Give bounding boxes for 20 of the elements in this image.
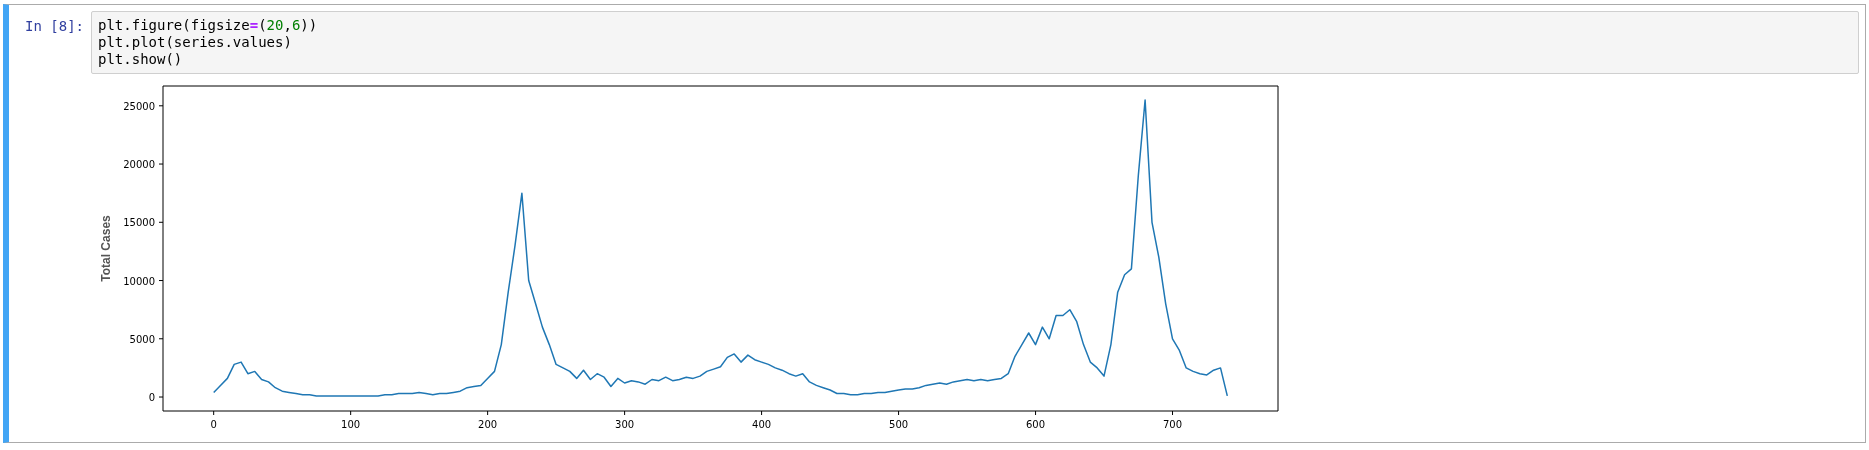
y-tick-label: 0	[148, 392, 155, 403]
x-tick-label: 700	[1163, 419, 1183, 430]
code-line: plt.figure(figsize=(20,6))	[98, 17, 319, 34]
y-tick-label: 15000	[123, 217, 155, 229]
input-prompt: In [8]:	[24, 17, 85, 34]
code-editor[interactable]: plt.figure(figsize=(20,6)) plt.plot(series.values) plt.show()	[91, 11, 1859, 74]
y-tick-label: 5000	[129, 333, 155, 345]
y-tick-label: 10000	[123, 275, 155, 287]
x-tick-label: 100	[341, 419, 361, 430]
y-tick-label: 20000	[123, 159, 155, 171]
x-tick-label: 500	[889, 419, 909, 430]
x-tick-label: 400	[752, 419, 772, 430]
x-tick-label: 600	[1026, 419, 1046, 430]
x-tick-label: 0	[210, 419, 217, 430]
y-tick-label: 25000	[123, 100, 155, 112]
code-line: plt.plot(series.values)	[98, 34, 293, 51]
x-tick-label: 200	[478, 419, 498, 430]
y-axis-label: Total Cases	[99, 215, 113, 282]
code-line: plt.show()	[98, 51, 184, 68]
x-tick-label: 300	[615, 419, 635, 430]
